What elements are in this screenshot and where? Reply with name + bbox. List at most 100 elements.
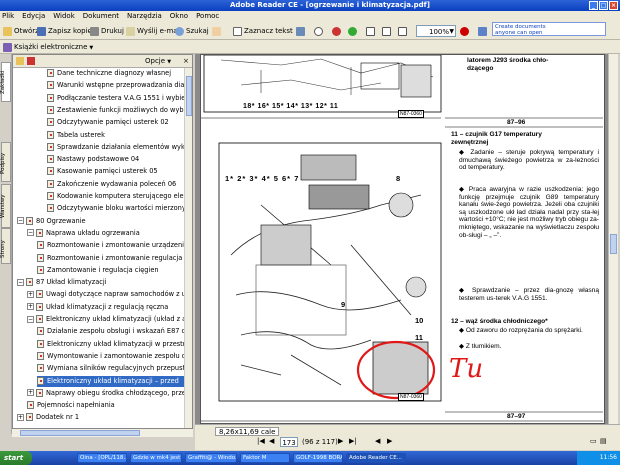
bookmark-item[interactable]: − Naprawa układu ogrzewania: [27, 228, 185, 239]
tab-layers[interactable]: Warstwy: [0, 184, 11, 228]
collapse-icon[interactable]: −: [17, 278, 24, 286]
bookmark-item[interactable]: Zamontowanie i regulacja cięgien: [37, 265, 185, 276]
bookmark-item[interactable]: − 80 Ogrzewanie: [17, 216, 185, 227]
task-item-1[interactable]: Oina - [OPL/118...: [77, 453, 127, 463]
ebooks-button[interactable]: Książki elektroniczne ▼: [3, 41, 93, 53]
expand-icon[interactable]: +: [27, 290, 34, 298]
bookmark-item[interactable]: Nastawy podstawowe 04: [47, 154, 185, 165]
book-icon: [3, 42, 12, 52]
print-button[interactable]: Drukuj: [90, 25, 124, 37]
bookmark-item[interactable]: Kasowanie pamięci usterek 05: [47, 166, 185, 177]
page-number-input[interactable]: 173: [280, 437, 298, 447]
last-page-icon[interactable]: ▶|: [349, 437, 357, 445]
email-button[interactable]: Wyślij e-mail: [126, 25, 181, 37]
bookmark-item[interactable]: + Uwagi dotyczące napraw samochodów z ukł: [27, 289, 185, 300]
bookmark-item[interactable]: + Układ klimatyzacji z regulacją ręczna: [27, 302, 185, 313]
bookmark-item[interactable]: Wymiana silników regulacyjnych przepust: [37, 363, 185, 374]
bookmark-delete-icon[interactable]: [27, 57, 35, 65]
snapshot-tool[interactable]: [296, 25, 310, 37]
zoom-tool[interactable]: [314, 25, 328, 37]
bookmark-item[interactable]: Rozmontowanie i zmontowanie urządzenia o…: [37, 240, 185, 251]
bookmark-item[interactable]: Odczytywanie bloku wartości mierzonych: [47, 203, 185, 214]
collapse-icon[interactable]: −: [27, 315, 34, 323]
tab-bookmarks[interactable]: Zakładki: [0, 62, 11, 102]
task-item-4[interactable]: Faktor M: [240, 453, 290, 463]
promo-banner[interactable]: Create documents anyone can open: [492, 22, 606, 36]
task-item-3[interactable]: Graffiti@ - Windo...: [185, 453, 237, 463]
item-12-bullet-2: ◆ Z tłumikiem.: [459, 343, 502, 350]
bookmark-item[interactable]: − 87 Układ klimatyzacji: [17, 277, 185, 288]
single-page-icon[interactable]: ▭: [590, 437, 597, 445]
bookmark-item[interactable]: Warunki wstępne przeprowadzania diagnozy: [47, 80, 185, 91]
task-item-6[interactable]: Adobe Reader CE...: [346, 453, 406, 463]
tab-signatures[interactable]: Podpisy: [0, 142, 11, 182]
bookmark-new-icon[interactable]: [16, 57, 24, 65]
zoom-in-button[interactable]: [348, 25, 362, 37]
first-page-icon[interactable]: |◀: [257, 437, 265, 445]
minimize-button[interactable]: _: [589, 1, 598, 10]
close-panel-icon[interactable]: ×: [183, 56, 189, 66]
bookmark-item[interactable]: Odczytywanie pamięci usterek 02: [47, 117, 185, 128]
menu-view[interactable]: Widok: [53, 12, 75, 20]
menu-tools[interactable]: Narzędzia: [127, 12, 162, 20]
bookmarks-hscrollbar[interactable]: [12, 429, 193, 437]
expand-icon[interactable]: +: [17, 413, 24, 421]
collapse-icon[interactable]: −: [27, 229, 34, 237]
fit-width-button[interactable]: [398, 25, 412, 37]
bookmark-item[interactable]: + Dodatek nr 1: [17, 412, 185, 423]
doc-scroll-thumb[interactable]: [610, 234, 617, 254]
prev-page-icon[interactable]: ◀: [269, 437, 274, 445]
expand-icon[interactable]: +: [27, 303, 34, 311]
options-button[interactable]: Opcje ▼: [145, 56, 171, 67]
next-page-icon[interactable]: ▶: [338, 437, 343, 445]
scroll-thumb[interactable]: [186, 76, 192, 116]
bookmark-item[interactable]: Pojemności napełniania: [27, 400, 185, 411]
menu-file[interactable]: Plik: [2, 12, 14, 20]
zoom-select[interactable]: 100% ▼: [416, 25, 456, 37]
close-button[interactable]: ×: [609, 1, 618, 10]
pdf-page[interactable]: 18* 16* 15* 14* 13* 12* 11 N87-0360 1* 2…: [200, 54, 605, 424]
bookmark-item[interactable]: − Elektroniczny układ klimatyzacji (układ…: [27, 314, 185, 325]
bookmark-item[interactable]: Podłączanie testera V.A.G 1551 i wybiera…: [47, 93, 185, 104]
fit-page-button[interactable]: [382, 25, 396, 37]
menu-window[interactable]: Okno: [170, 12, 188, 20]
start-button[interactable]: start: [0, 451, 32, 465]
task-item-2[interactable]: Gdzie w mk4 jest ...: [130, 453, 182, 463]
forward-icon[interactable]: ▶: [387, 437, 392, 445]
zoom-help-button[interactable]: [460, 25, 474, 37]
maximize-button[interactable]: □: [599, 1, 608, 10]
bookmark-item[interactable]: Wymontowanie i zamontowanie zespołu ob: [37, 351, 185, 362]
bookmark-item[interactable]: Działanie zespołu obsługi i wskazań E87 …: [37, 326, 185, 337]
hscroll-thumb[interactable]: [20, 430, 140, 436]
bookmark-item[interactable]: Elektroniczny układ klimatyzacji – przed: [37, 375, 185, 387]
search-button[interactable]: Szukaj: [175, 25, 209, 37]
bookmark-item[interactable]: Kodowanie komputera sterującego elektron…: [47, 191, 185, 202]
back-icon[interactable]: ◀: [375, 437, 380, 445]
bookmark-item[interactable]: Zestawienie funkcji możliwych do wybran: [47, 105, 185, 116]
tab-pages[interactable]: Strony: [0, 228, 11, 264]
save-copy-button[interactable]: Zapisz kopię: [37, 25, 92, 37]
task-item-5[interactable]: GOLF-1998 BORA...: [293, 453, 343, 463]
rotate-button[interactable]: [478, 25, 492, 37]
expand-icon[interactable]: +: [27, 389, 34, 397]
bookmark-item[interactable]: Elektroniczny układ klimatyzacji w przes…: [37, 339, 185, 350]
open-button[interactable]: Otwórz: [3, 25, 39, 37]
continuous-icon[interactable]: ▤: [600, 437, 607, 445]
bookmark-item[interactable]: Tabela usterek: [47, 130, 185, 141]
menu-edit[interactable]: Edycja: [22, 12, 45, 20]
bookmark-item[interactable]: Zakończenie wydawania poleceń 06: [47, 179, 185, 190]
menu-help[interactable]: Pomoc: [196, 12, 219, 20]
actual-size-button[interactable]: [366, 25, 380, 37]
menu-document[interactable]: Dokument: [83, 12, 119, 20]
bookmark-item[interactable]: Sprawdzanie działania elementów wykon: [47, 142, 185, 153]
bookmark-item[interactable]: Dane techniczne diagnozy własnej: [47, 68, 185, 79]
document-scrollbar[interactable]: [608, 54, 618, 424]
bookmark-item[interactable]: Rozmontowanie i zmontowanie regulacja go…: [37, 253, 185, 264]
zoom-out-button[interactable]: [332, 25, 346, 37]
select-text-button[interactable]: Zaznacz tekst: [233, 25, 293, 37]
bookmark-item[interactable]: + Naprawy obiegu środka chłodzącego, prze…: [27, 388, 185, 399]
hand-tool[interactable]: [212, 25, 226, 37]
bookmarks-scrollbar[interactable]: [184, 68, 192, 428]
system-tray: 11:56: [577, 451, 620, 465]
collapse-icon[interactable]: −: [17, 217, 24, 225]
